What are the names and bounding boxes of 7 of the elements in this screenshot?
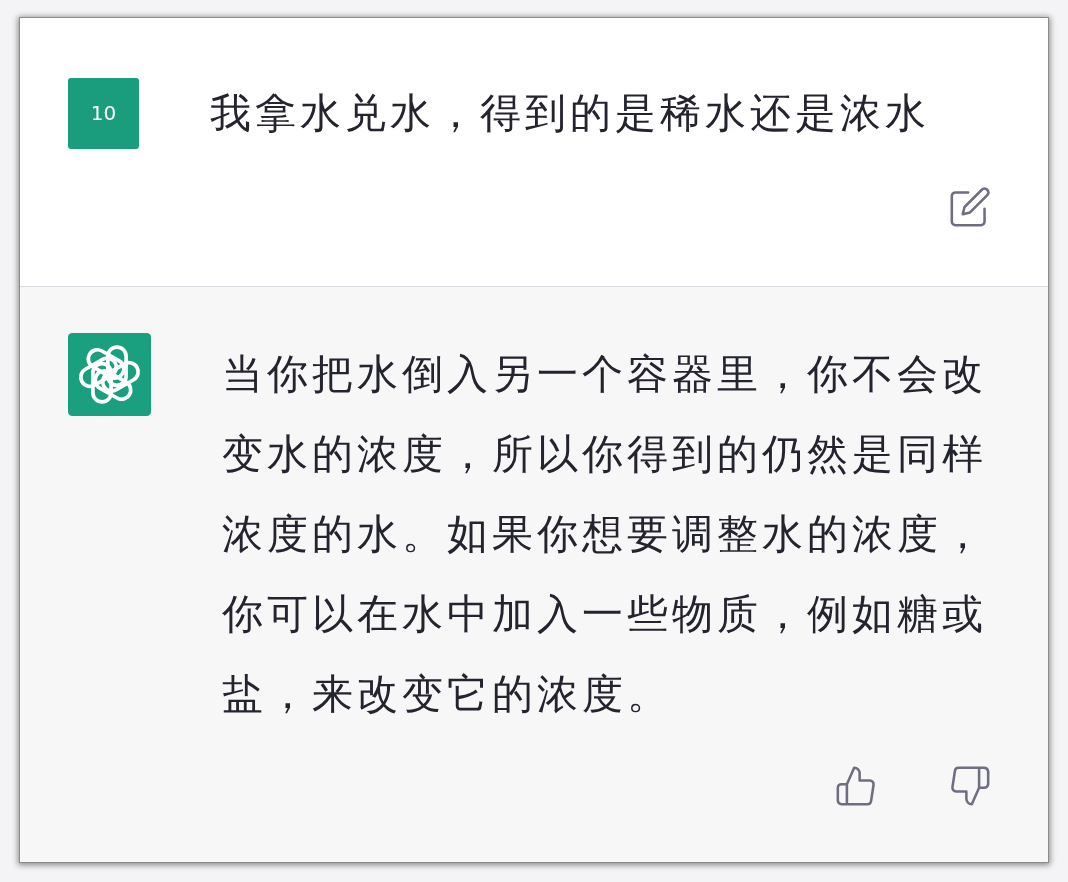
- question-text: 我拿水兑水，得到的是稀水还是浓水: [210, 88, 930, 139]
- thumbs-down-icon[interactable]: [950, 766, 990, 806]
- answer-text: 当你把水倒入另一个容器里，你不会改变水的浓度，所以你得到的仍然是同样浓度的水。如果你想要调整水的浓度，你可以在水中加入一些物质，例如糖或盐，来改变它的浓度。: [222, 349, 988, 720]
- thumbs-up-icon[interactable]: [836, 766, 876, 806]
- pencil-square-icon[interactable]: [950, 187, 990, 227]
- user-avatar: 10: [68, 77, 139, 149]
- knot-logo-icon: [68, 333, 151, 416]
